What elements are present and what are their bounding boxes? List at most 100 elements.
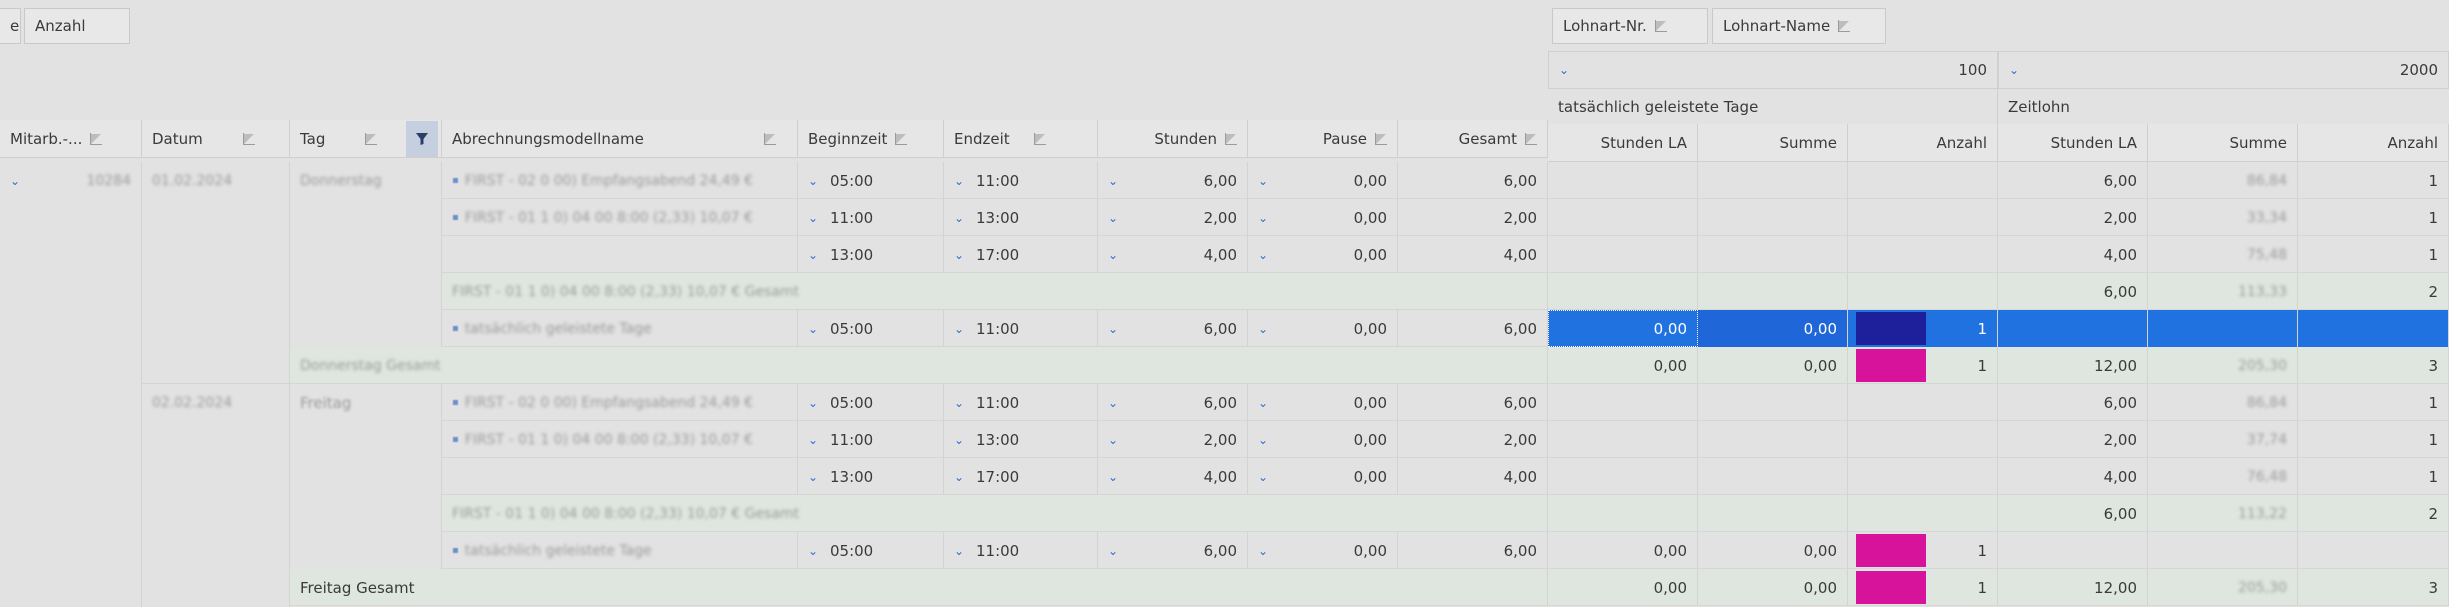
pause-cell[interactable]: ⌄ 0,00 [1248,458,1398,495]
pivot-2000-value[interactable]: 2 [2298,273,2449,310]
chevron-down-icon[interactable]: ⌄ [1108,433,1122,447]
expand-icon[interactable]: ▪ [452,397,459,408]
expand-icon[interactable]: ▪ [452,175,459,186]
value-header-anzahl-2000[interactable]: Anzahl [2298,124,2449,162]
pivot-2000-value[interactable]: 86,84 [2148,162,2298,199]
chevron-down-icon[interactable]: ⌄ [808,211,822,225]
chevron-down-icon[interactable]: ⌄ [1258,470,1272,484]
pivot-100-value[interactable]: 0,00 [1548,347,1698,384]
chevron-down-icon[interactable]: ⌄ [1108,322,1122,336]
pivot-100-value[interactable]: 1 [1848,532,1998,569]
pivot-100-value[interactable] [1848,421,1998,458]
pivot-100-value[interactable] [1548,199,1698,236]
end-time-cell[interactable]: ⌄ 17:00 [944,458,1098,495]
value-header-summe-100[interactable]: Summe [1698,124,1848,162]
chevron-down-icon[interactable]: ⌄ [808,433,822,447]
table-row[interactable]: ⌄ 13:00 ⌄ 17:00 ⌄ 4,00 ⌄ 0,00 4,00 4,00 76,48 1 [442,458,2449,495]
column-header-datum[interactable]: Datum [142,120,290,158]
pivot-100-value[interactable] [1548,458,1698,495]
model-name-cell[interactable]: ▪ tatsächlich geleistete Tage [442,310,798,347]
chevron-down-icon[interactable]: ⌄ [808,544,822,558]
pivot-100-value[interactable] [1698,495,1848,532]
stunden-cell[interactable]: ⌄ 6,00 [1098,532,1248,569]
pivot-100-value[interactable] [1848,495,1998,532]
begin-time-cell[interactable]: ⌄ 11:00 [798,421,944,458]
chevron-down-icon[interactable]: ⌄ [1108,174,1122,188]
pivot-2000-value[interactable]: 33,34 [2148,199,2298,236]
expand-icon[interactable]: ▪ [452,323,459,334]
pivot-2000-value[interactable] [2148,310,2298,347]
pivot-100-value[interactable] [1548,162,1698,199]
begin-time-cell[interactable]: ⌄ 11:00 [798,199,944,236]
table-row[interactable]: FIRST - 01 1 0) 04 00 8:00 (2,33) 10,07 … [442,495,2449,532]
chevron-down-icon[interactable]: ⌄ [1258,248,1272,262]
pivot-100-value[interactable]: 1 [1848,310,1998,347]
column-header-gesamt[interactable]: Gesamt [1398,120,1548,158]
pivot-100-value[interactable] [1848,162,1998,199]
pivot-2000-value[interactable]: 113,33 [2148,273,2298,310]
pivot-100-value[interactable] [1698,236,1848,273]
expand-icon[interactable]: ▪ [452,212,459,223]
stunden-cell[interactable]: ⌄ 6,00 [1098,162,1248,199]
pivot-100-value[interactable]: 0,00 [1548,532,1698,569]
chevron-down-icon[interactable]: ⌄ [1258,322,1272,336]
pivot-2000-value[interactable]: 1 [2298,384,2449,421]
column-header-mitarb[interactable]: Mitarb.-... [0,120,142,158]
datum-group-cell-1[interactable]: 01.02.2024 [142,162,290,384]
tag-group-cell-1[interactable]: Donnerstag [290,162,442,347]
model-name-cell[interactable]: ▪ FIRST - 02 0 00) Empfangsabend 24,49 € [442,384,798,421]
pivot-100-value[interactable] [1698,162,1848,199]
table-row[interactable]: ▪ FIRST - 01 1 0) 04 00 8:00 (2,33) 10,07… [442,199,2449,236]
model-name-cell[interactable]: ▪ FIRST - 01 1 0) 04 00 8:00 (2,33) 10,07… [442,199,798,236]
pivot-2000-value[interactable]: 4,00 [1998,458,2148,495]
pivot-2000-value[interactable] [2298,532,2449,569]
mitarb-group-cell[interactable]: ⌄ 10284 [0,162,142,607]
table-row[interactable]: ▪ tatsächlich geleistete Tage ⌄ 05:00 ⌄ 11:00… [442,310,2449,347]
pivot-2000-value[interactable]: 2 [2298,495,2449,532]
table-row[interactable]: ▪ tatsächlich geleistete Tage ⌄ 05:00 ⌄ 11:00… [442,532,2449,569]
chevron-down-icon[interactable]: ⌄ [1108,470,1122,484]
pivot-100-value[interactable] [1848,199,1998,236]
model-name-cell[interactable]: ▪ FIRST - 02 0 00) Empfangsabend 24,49 € [442,162,798,199]
pivot-2000-value[interactable]: 1 [2298,236,2449,273]
pivot-100-value[interactable] [1848,458,1998,495]
chevron-down-icon[interactable]: ⌄ [808,322,822,336]
pivot-100-value[interactable] [1698,384,1848,421]
filter-button[interactable] [406,121,438,157]
chevron-down-icon[interactable]: ⌄ [808,248,822,262]
pivot-100-value[interactable] [1848,384,1998,421]
stunden-cell[interactable]: ⌄ 6,00 [1098,310,1248,347]
pivot-100-value[interactable] [1848,236,1998,273]
begin-time-cell[interactable]: ⌄ 05:00 [798,162,944,199]
pause-cell[interactable]: ⌄ 0,00 [1248,421,1398,458]
pause-cell[interactable]: ⌄ 0,00 [1248,236,1398,273]
table-row[interactable]: Donnerstag Gesamt 0,00 0,00 1 12,00 205,30 3 [290,347,2449,384]
pivot-2000-value[interactable]: 12,00 [1998,347,2148,384]
value-header-anzahl-100[interactable]: Anzahl [1848,124,1998,162]
pivot-2000-value[interactable]: 37,74 [2148,421,2298,458]
pause-cell[interactable]: ⌄ 0,00 [1248,162,1398,199]
model-name-cell[interactable] [442,458,798,495]
group-chip-truncated[interactable]: e [0,8,21,44]
datum-group-cell-2[interactable]: 02.02.2024 [142,384,290,607]
pivot-2000-value[interactable] [2298,310,2449,347]
pivot-100-value[interactable]: 0,00 [1698,310,1848,347]
pivot-100-value[interactable] [1548,273,1698,310]
chevron-down-icon[interactable]: ⌄ [1258,396,1272,410]
pivot-2000-value[interactable]: 1 [2298,162,2449,199]
pivot-2000-value[interactable]: 2,00 [1998,199,2148,236]
end-time-cell[interactable]: ⌄ 11:00 [944,162,1098,199]
end-time-cell[interactable]: ⌄ 13:00 [944,199,1098,236]
chevron-down-icon[interactable]: ⌄ [954,544,968,558]
pivot-2000-value[interactable]: 12,00 [1998,569,2148,606]
pivot-2000-value[interactable]: 3 [2298,347,2449,384]
table-row[interactable]: Freitag Gesamt 0,00 0,00 1 12,00 205,30 3 [290,569,2449,606]
pause-cell[interactable]: ⌄ 0,00 [1248,199,1398,236]
pivot-chip-lohnart-name[interactable]: Lohnart-Name [1712,8,1886,44]
pivot-chip-lohnart-nr[interactable]: Lohnart-Nr. [1552,8,1708,44]
begin-time-cell[interactable]: ⌄ 05:00 [798,384,944,421]
pivot-2000-value[interactable]: 113,22 [2148,495,2298,532]
group-chip-anzahl[interactable]: Anzahl [24,8,130,44]
end-time-cell[interactable]: ⌄ 11:00 [944,310,1098,347]
column-header-endzeit[interactable]: Endzeit [944,120,1098,158]
